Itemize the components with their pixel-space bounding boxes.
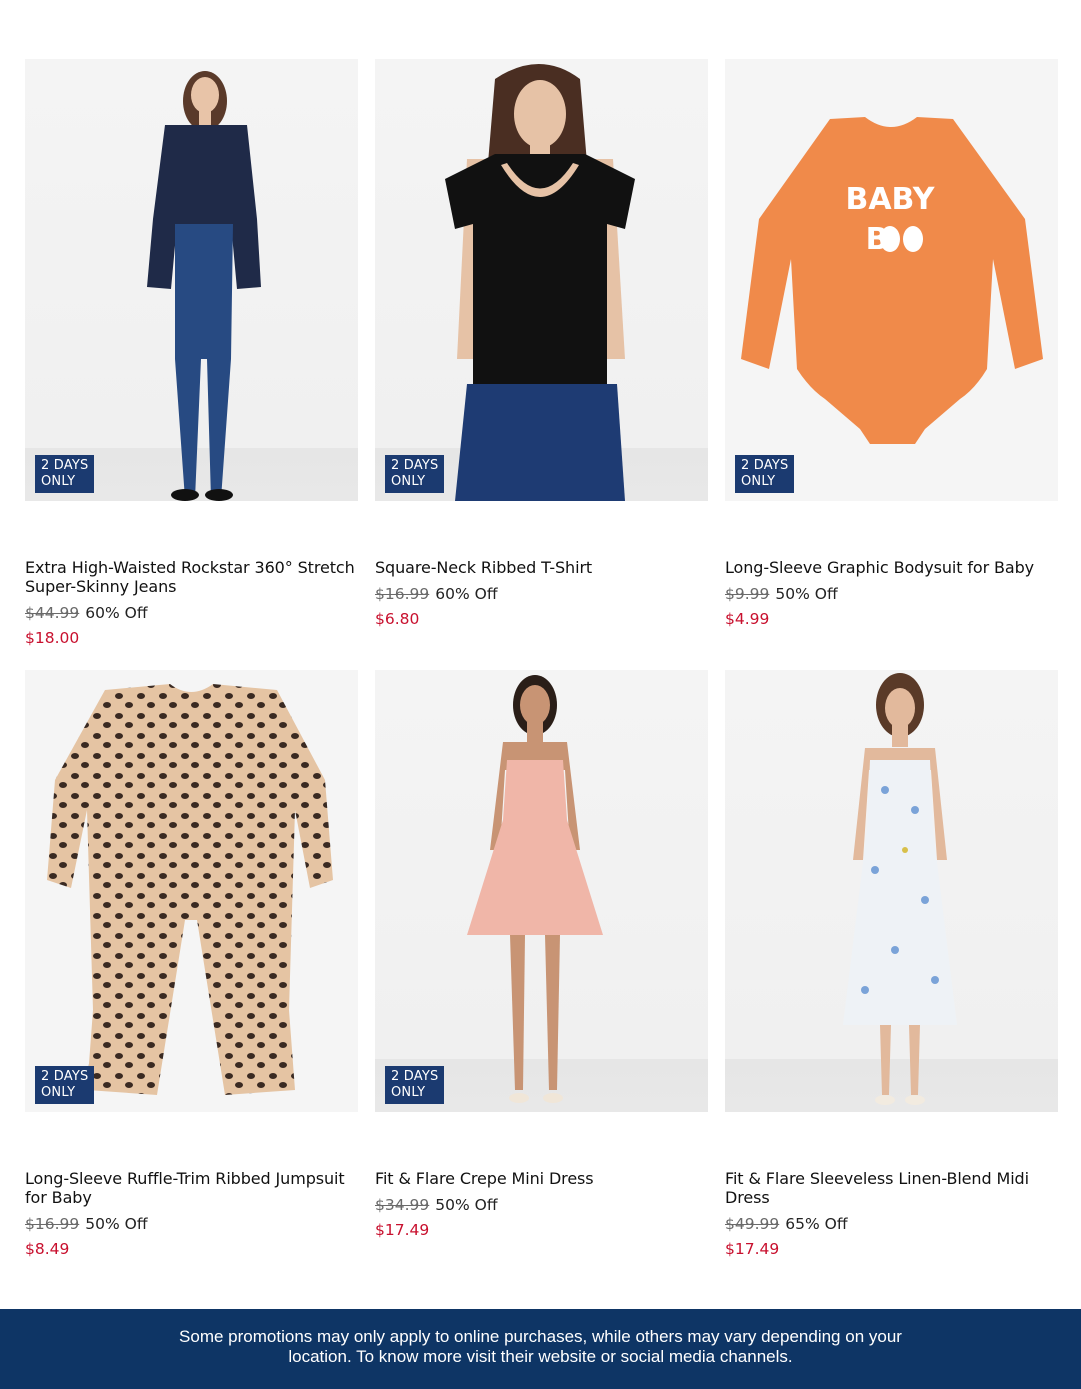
discount-label: 50% Off <box>435 1196 498 1214</box>
promotions-notice-banner: Some promotions may only apply to online… <box>0 1309 1081 1389</box>
discount-label: 50% Off <box>775 585 838 603</box>
price-row: $16.99 60% Off <box>375 584 708 604</box>
two-days-only-badge: 2 DAYS ONLY <box>35 455 95 493</box>
product-name[interactable]: Long-Sleeve Ruffle-Trim Ribbed Jumpsuit … <box>25 1169 358 1207</box>
discount-label: 50% Off <box>85 1215 148 1233</box>
price-row: $16.99 50% Off <box>25 1214 358 1234</box>
price-row: $49.99 65% Off <box>725 1214 1058 1234</box>
sale-price: $6.80 <box>375 610 420 628</box>
price-row: $34.99 50% Off <box>375 1195 708 1215</box>
product-card[interactable]: Fit & Flare Sleeveless Linen-Blend Midi … <box>725 670 1058 1258</box>
discount-label: 65% Off <box>785 1215 848 1233</box>
original-price: $34.99 <box>375 1196 430 1214</box>
product-image-midi-dress[interactable] <box>725 670 1058 1112</box>
two-days-only-badge: 2 DAYS ONLY <box>385 1066 445 1104</box>
discount-label: 60% Off <box>85 604 148 622</box>
product-image-tshirt[interactable]: 2 DAYS ONLY <box>375 59 708 501</box>
product-name[interactable]: Fit & Flare Sleeveless Linen-Blend Midi … <box>725 1169 1058 1207</box>
sale-price: $4.99 <box>725 610 770 628</box>
sale-price: $8.49 <box>25 1240 70 1258</box>
product-image-jumpsuit[interactable]: 2 DAYS ONLY <box>25 670 358 1112</box>
product-card[interactable]: BABY B 2 DAYS ONLY Long-Sleeve Graphic Bo… <box>725 59 1058 628</box>
product-card[interactable]: 2 DAYS ONLY Square-Neck Ribbed T-Shirt $1… <box>375 59 708 628</box>
discount-label: 60% Off <box>435 585 498 603</box>
original-price: $16.99 <box>375 585 430 603</box>
original-price: $9.99 <box>725 585 770 603</box>
product-card[interactable]: 2 DAYS ONLY Fit & Flare Crepe Mini Dress … <box>375 670 708 1239</box>
price-row: $9.99 50% Off <box>725 584 1058 604</box>
product-image-bodysuit[interactable]: BABY B 2 DAYS ONLY <box>725 59 1058 501</box>
sale-price: $18.00 <box>25 629 80 647</box>
product-image-mini-dress[interactable]: 2 DAYS ONLY <box>375 670 708 1112</box>
product-card[interactable]: 2 DAYS ONLY Long-Sleeve Ruffle-Trim Ribbe… <box>25 670 358 1258</box>
product-name[interactable]: Extra High-Waisted Rockstar 360° Stretch… <box>25 558 358 596</box>
two-days-only-badge: 2 DAYS ONLY <box>385 455 445 493</box>
product-name[interactable]: Fit & Flare Crepe Mini Dress <box>375 1169 708 1188</box>
original-price: $44.99 <box>25 604 80 622</box>
product-name[interactable]: Square-Neck Ribbed T-Shirt <box>375 558 708 577</box>
product-card[interactable]: 2 DAYS ONLY Extra High-Waisted Rockstar 3… <box>25 59 358 647</box>
product-name[interactable]: Long-Sleeve Graphic Bodysuit for Baby <box>725 558 1058 577</box>
two-days-only-badge: 2 DAYS ONLY <box>35 1066 95 1104</box>
sale-price: $17.49 <box>725 1240 780 1258</box>
original-price: $49.99 <box>725 1215 780 1233</box>
price-row: $44.99 60% Off <box>25 603 358 623</box>
original-price: $16.99 <box>25 1215 80 1233</box>
sale-price: $17.49 <box>375 1221 430 1239</box>
two-days-only-badge: 2 DAYS ONLY <box>735 455 795 493</box>
svg-text:BABY: BABY <box>845 182 935 217</box>
product-image-jeans[interactable]: 2 DAYS ONLY <box>25 59 358 501</box>
promotions-notice-text: Some promotions may only apply to online… <box>179 1327 902 1366</box>
